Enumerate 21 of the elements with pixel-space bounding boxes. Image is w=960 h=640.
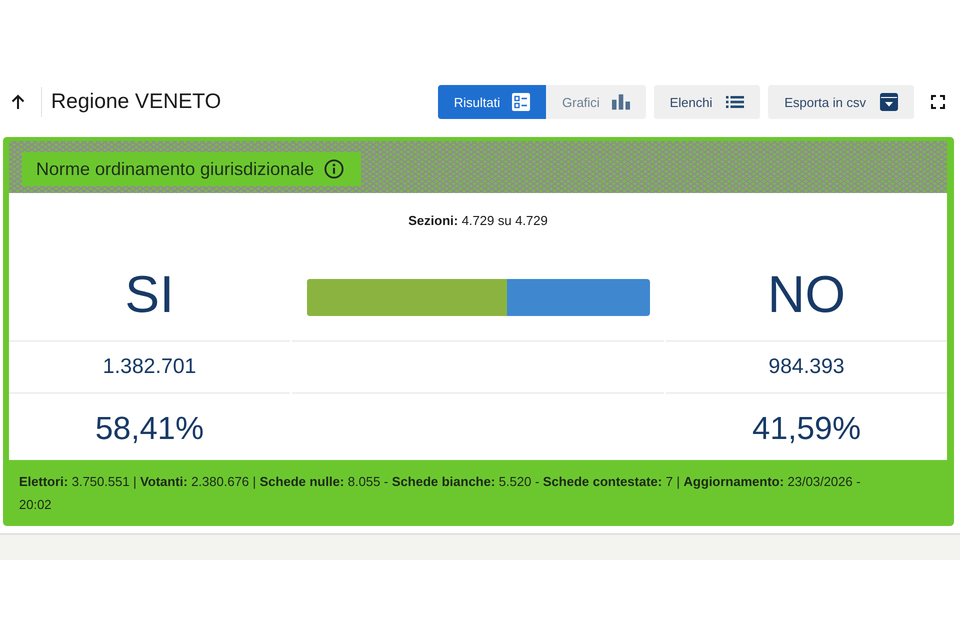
vote-count: 1.382.701 <box>102 355 196 379</box>
fullscreen-icon[interactable] <box>931 95 945 109</box>
toolbar-button[interactable]: Elenchi <box>654 85 760 119</box>
bar-chart-icon <box>612 93 630 111</box>
option-label: SI <box>124 265 174 325</box>
turnout-summary: Elettori: 3.750.551 | Votanti: 2.380.676 | Schede nulle: 8.055 - Schede bianche: 5.520 - Schede contestate: 7 | Aggiornamento: 23/03/2026 - 20:02 <box>18 473 862 514</box>
up-arrow-icon[interactable] <box>11 94 25 110</box>
view-tab[interactable]: Grafici <box>546 85 646 119</box>
region-title: Regione VENETO <box>51 90 222 114</box>
card-title: Norme ordinamento giurisdizionale <box>36 158 314 180</box>
download-box-icon <box>880 93 898 111</box>
info-icon[interactable] <box>324 159 344 179</box>
option-label: NO <box>768 265 846 325</box>
view-tab[interactable]: Risultati <box>438 85 546 119</box>
list-details-icon <box>512 93 530 111</box>
vote-percentage: 41,59% <box>752 410 861 447</box>
toolbar-button[interactable]: Esporta in csv <box>768 85 914 119</box>
list-icon <box>726 96 744 108</box>
vote-percentage: 58,41% <box>95 410 204 447</box>
vote-count: 984.393 <box>768 355 844 379</box>
sections-count: Sezioni: 4.729 su 4.729 <box>407 212 549 230</box>
